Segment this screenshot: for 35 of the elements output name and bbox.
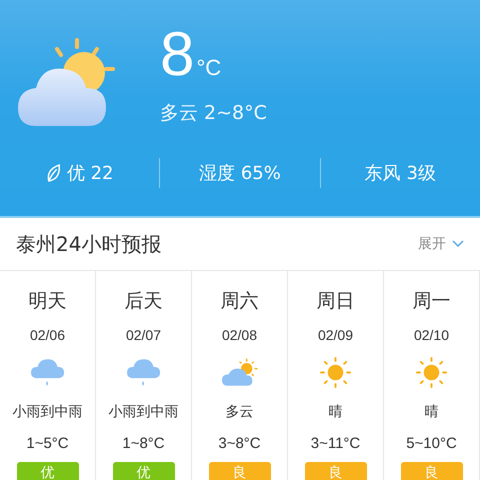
date-text: 02/10 — [414, 327, 450, 343]
day-name: 周六 — [220, 289, 258, 313]
weather-description: 多云 — [226, 403, 254, 421]
weather-summary: 多云 2~8°C — [160, 101, 267, 126]
temperature-range: 3~11°C — [310, 435, 360, 452]
air-quality-badge: 优 — [112, 462, 174, 480]
air-quality-badge: 良 — [208, 462, 270, 480]
date-text: 02/09 — [318, 327, 354, 343]
forecast-title: 泰州24小时预报 — [16, 230, 162, 258]
day-name: 后天 — [124, 289, 162, 313]
temperature-unit: °C — [196, 55, 222, 81]
stat-text: 湿度 65% — [199, 162, 281, 185]
chevron-down-icon — [452, 240, 464, 248]
date-text: 02/06 — [30, 327, 66, 343]
date-text: 02/07 — [126, 327, 162, 343]
stat-text: 优 22 — [66, 162, 114, 185]
temperature-range: 5~10°C — [406, 435, 457, 452]
air-quality-badge: 良 — [304, 462, 366, 480]
weather-description: 晴 — [328, 403, 342, 421]
day-name: 明天 — [28, 289, 66, 313]
leaf-icon — [46, 164, 61, 182]
weather-description: 小雨到中雨 — [12, 403, 82, 421]
weather-description: 晴 — [424, 403, 438, 421]
weather-description: 小雨到中雨 — [108, 403, 178, 421]
temperature-range: 3~8°C — [218, 435, 261, 452]
expand-button[interactable]: 展开 — [418, 235, 464, 253]
air-quality-badge: 良 — [400, 462, 462, 480]
temperature-range: 1~5°C — [26, 435, 69, 452]
date-text: 02/08 — [222, 327, 258, 343]
day-name: 周一 — [412, 289, 450, 313]
air-quality-badge: 优 — [16, 462, 78, 480]
stat-text: 东风 3级 — [364, 162, 436, 185]
temperature-range: 1~8°C — [122, 435, 165, 452]
temperature-value: 8 — [160, 24, 194, 86]
day-name: 周日 — [316, 289, 354, 313]
